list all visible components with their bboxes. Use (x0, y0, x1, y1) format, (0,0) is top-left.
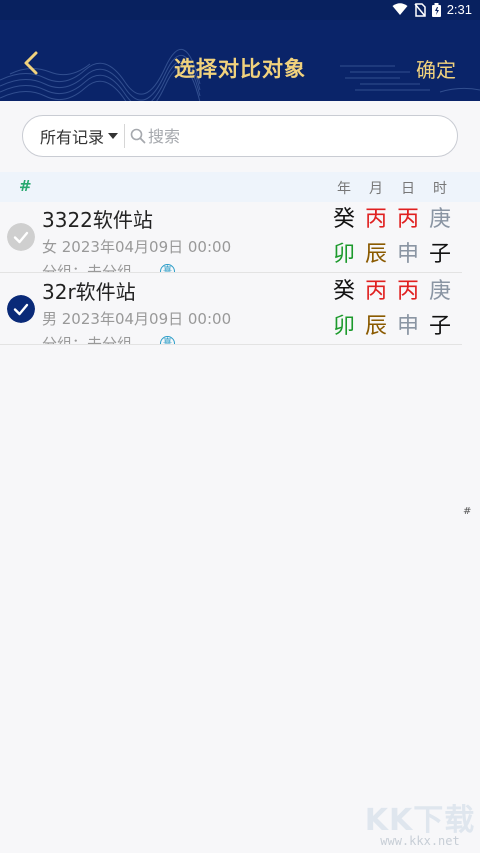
watermark-logo: KK下载 (364, 803, 476, 838)
record-row[interactable]: 32r软件站 男 2023年04月09日 00:00 分组：未分组 喜 癸 丙 … (0, 274, 462, 345)
dropdown-caret-icon (108, 133, 119, 139)
record-filter-dropdown[interactable]: 所有记录 (23, 116, 124, 156)
hour-branch: 子 (428, 314, 451, 339)
record-birth-info: 男 2023年04月09日 00:00 (42, 310, 232, 328)
day-branch: 申 (396, 242, 419, 267)
month-branch: 辰 (364, 242, 387, 267)
confirm-button[interactable]: 确定 (416, 54, 456, 83)
unchecked-circle-icon[interactable] (7, 223, 35, 251)
month-column-header: 月 (369, 181, 383, 197)
month-stem: 丙 (364, 207, 387, 232)
month-branch: 辰 (364, 314, 387, 339)
watermark-url: www.kkx.net (380, 834, 460, 848)
page-title: 选择对比对象 (174, 57, 306, 81)
checked-circle-icon[interactable] (7, 295, 35, 323)
group-badge-icon: 喜 (160, 336, 175, 344)
hour-stem: 庚 (428, 279, 451, 304)
year-branch: 卯 (332, 242, 355, 267)
day-column-header: 日 (401, 181, 415, 197)
year-stem: 癸 (332, 207, 355, 232)
app-bar: 选择对比对象 确定 (0, 20, 480, 101)
no-sim-icon (414, 2, 426, 17)
side-index-bar[interactable]: # (463, 506, 471, 517)
watermark: KK下载 www.kkx.net (360, 795, 480, 853)
list-header: # 年 月 日 时 (0, 172, 480, 202)
search-icon (130, 128, 146, 144)
wifi-icon (392, 3, 408, 15)
hour-branch: 子 (428, 242, 451, 267)
index-header: # (19, 177, 32, 195)
status-icons: 2:31 (392, 2, 472, 17)
day-branch: 申 (396, 314, 419, 339)
hour-stem: 庚 (428, 207, 451, 232)
year-branch: 卯 (332, 314, 355, 339)
status-bar: 2:31 (0, 0, 480, 20)
search-divider (124, 124, 126, 148)
search-input[interactable] (148, 126, 429, 146)
record-group: 分组：未分组 (42, 263, 133, 273)
record-birth-info: 女 2023年04月09日 00:00 (42, 238, 232, 256)
day-stem: 丙 (396, 279, 419, 304)
year-column-header: 年 (337, 181, 351, 197)
status-time: 2:31 (446, 2, 472, 17)
record-row[interactable]: 3322软件站 女 2023年04月09日 00:00 分组：未分组 喜 癸 丙… (0, 202, 462, 273)
year-stem: 癸 (332, 279, 355, 304)
day-stem: 丙 (396, 207, 419, 232)
record-name: 3322软件站 (42, 208, 153, 232)
record-name: 32r软件站 (42, 280, 136, 304)
record-group: 分组：未分组 (42, 335, 133, 345)
filter-label: 所有记录 (40, 128, 105, 147)
search-bar: 所有记录 (22, 115, 458, 157)
month-stem: 丙 (364, 279, 387, 304)
battery-icon (431, 2, 441, 17)
group-badge-icon: 喜 (160, 264, 175, 272)
hour-column-header: 时 (433, 181, 447, 197)
